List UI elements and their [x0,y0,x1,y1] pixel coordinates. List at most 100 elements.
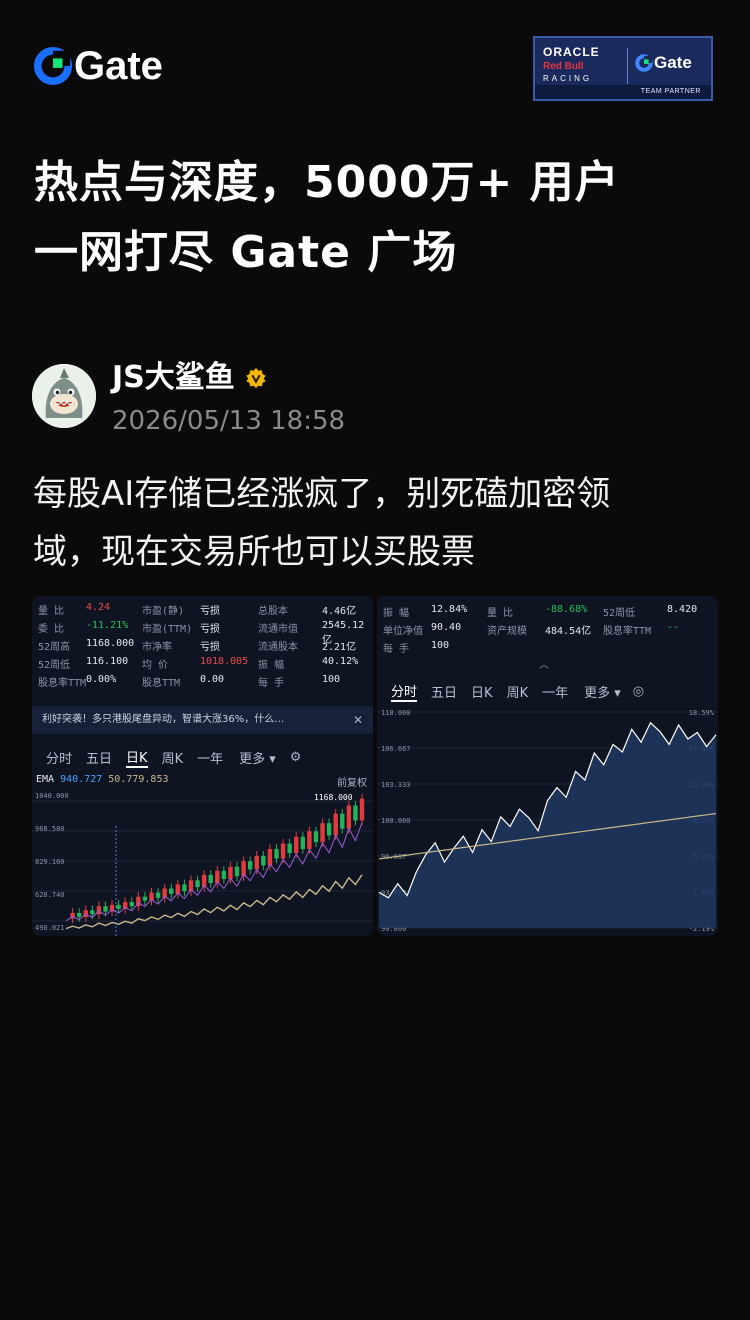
quote-label: 量 比 [38,606,65,617]
candle-body [254,855,259,870]
quote-value: 2.21亿 [322,642,357,653]
quote-label: 52周高 [38,642,71,653]
peak-price-label: 1168.000 [314,793,353,802]
quote-value: 100 [431,640,450,651]
candle-body [155,892,161,898]
stock-screenshot-intraday[interactable]: 振 幅 12.84% 量 比 -88.68% 52周低 8.420 单位净值 90.40 资产规… [377,596,718,936]
news-ticker[interactable]: 利好突袭！多只港股尾盘异动，智谱大涨36%，什么… ✕ [32,706,373,734]
quote-label: 股息率TTM [603,626,652,637]
post-timestamp: 2026/05/13 18:58 [112,406,346,436]
y-tick-label: 1040.000 [35,792,69,800]
quote-value: 12.84% [431,604,468,615]
camera-icon[interactable]: ◎ [633,684,644,699]
tab-one-year[interactable]: 一年 [542,682,568,701]
candlestick-chart[interactable]: 1040.000 968.580 829.160 628.740 490.021 [32,786,373,936]
tab-intraday[interactable]: 分时 [46,748,72,767]
candle-body [320,823,325,843]
post-author: JS大鲨鱼 2026/05/13 18:58 [32,360,712,440]
candle-body [307,831,312,850]
quote-value: -11.21% [86,620,129,631]
settings-icon[interactable]: ⚙ [290,750,302,765]
quote-value: 4.46亿 [322,606,357,617]
candle-body [247,861,253,870]
candle-body [340,813,345,829]
close-icon[interactable]: ✕ [353,706,363,734]
intraday-area-chart[interactable]: 118.000106.667103.333100.00096.66793.333… [377,706,718,934]
y-tick-label: 968.580 [35,825,65,833]
price-area [379,722,716,928]
quote-value: 40.12% [322,656,359,667]
candle-body [326,823,332,836]
candle-body [129,902,134,907]
tab-weekly-k[interactable]: 周K [162,748,184,767]
quote-value: -88.68% [545,604,588,615]
brand-name: Gate [74,44,163,88]
candle-body [313,831,319,843]
chart-tabs: 分时 五日 日K 周K 一年 更多 ▾ ⚙ [32,742,373,772]
y-tick-label: 829.160 [35,858,65,866]
quote-label: 流通市值 [258,624,298,635]
quote-label: 市盈(静) [142,606,185,617]
tab-more[interactable]: 更多 ▾ [239,748,276,767]
candle-body [169,888,174,894]
oracle-redbull-racing-logo: ORACLE Red Bull RACING [543,45,623,83]
y-tick-label: 106.667 [381,745,411,753]
avatar[interactable] [32,364,96,428]
tab-five-day[interactable]: 五日 [431,682,457,701]
candle-body [228,866,233,879]
tab-one-year[interactable]: 一年 [197,748,223,767]
quote-label: 委 比 [38,624,65,635]
partner-divider [627,48,628,84]
tab-daily-k[interactable]: 日K [471,682,493,701]
tab-weekly-k[interactable]: 周K [507,682,529,701]
tab-five-day[interactable]: 五日 [86,748,112,767]
gate-logo-icon [34,47,72,85]
post-images: 量 比 4.24 市盈(静) 亏损 总股本 4.46亿委 比 -11.21% 市盈(TTM) 亏… [32,596,718,936]
brand-logo[interactable]: Gate [34,46,163,86]
author-name[interactable]: JS大鲨鱼 [112,360,267,396]
quote-label: 股息TTM [142,678,181,689]
quote-label: 振 幅 [383,608,410,619]
candle-body [90,910,95,915]
author-name-text: JS大鲨鱼 [112,360,235,395]
verified-badge-icon [246,367,266,389]
quote-value: -- [667,622,680,633]
quote-label: 每 手 [383,644,410,655]
team-partner-label: TEAM PARTNER [535,85,711,99]
collapse-chevron-icon[interactable]: ︿ [539,656,549,671]
quote-label: 振 幅 [258,660,285,671]
candle-body [116,904,121,909]
tab-daily-k[interactable]: 日K [126,747,148,768]
quote-label: 每 手 [258,678,285,689]
candle-body [353,805,358,821]
quote-value: 484.54亿 [545,626,592,637]
quote-value: 0.00% [86,674,117,685]
post-line-2: 域，现在交易所也可以买股票 [33,532,475,572]
tab-more-label: 更多 [584,685,611,701]
headline-line-1: 热点与深度，5000万+ 用户 [34,157,620,208]
quote-label: 总股本 [258,606,288,617]
candle-body [359,798,365,821]
quote-value: 0.00 [200,674,225,685]
quote-value: 8.420 [667,604,698,615]
oracle-text: ORACLE [543,45,600,59]
tab-intraday[interactable]: 分时 [391,681,418,702]
y-tick-label: 490.021 [35,924,65,932]
shark-avatar-icon [32,364,96,428]
ema-label: EMA [36,774,55,785]
candle-body [274,849,279,859]
candle-body [267,849,273,866]
post-body[interactable]: 每股AI存储已经涨疯了，别死磕加密领 域，现在交易所也可以买股票 [33,465,718,581]
candle-body [142,896,148,901]
post-line-1: 每股AI存储已经涨疯了，别死磕加密领 [33,474,611,514]
candle-body [103,906,108,912]
stock-screenshot-candlestick[interactable]: 量 比 4.24 市盈(静) 亏损 总股本 4.46亿委 比 -11.21% 市盈(TTM) 亏… [32,596,373,936]
team-partner-banner[interactable]: ORACLE Red Bull RACING Gate TEAM PARTNER [533,36,713,101]
quote-value: 亏损 [200,642,220,653]
ema-value-1: 940.727 [60,774,103,785]
quote-label: 流通股本 [258,642,298,653]
tab-more[interactable]: 更多 ▾ [584,682,621,701]
quote-value: 90.40 [431,622,462,633]
quote-label: 52周低 [603,608,636,619]
candle-body [182,884,187,892]
